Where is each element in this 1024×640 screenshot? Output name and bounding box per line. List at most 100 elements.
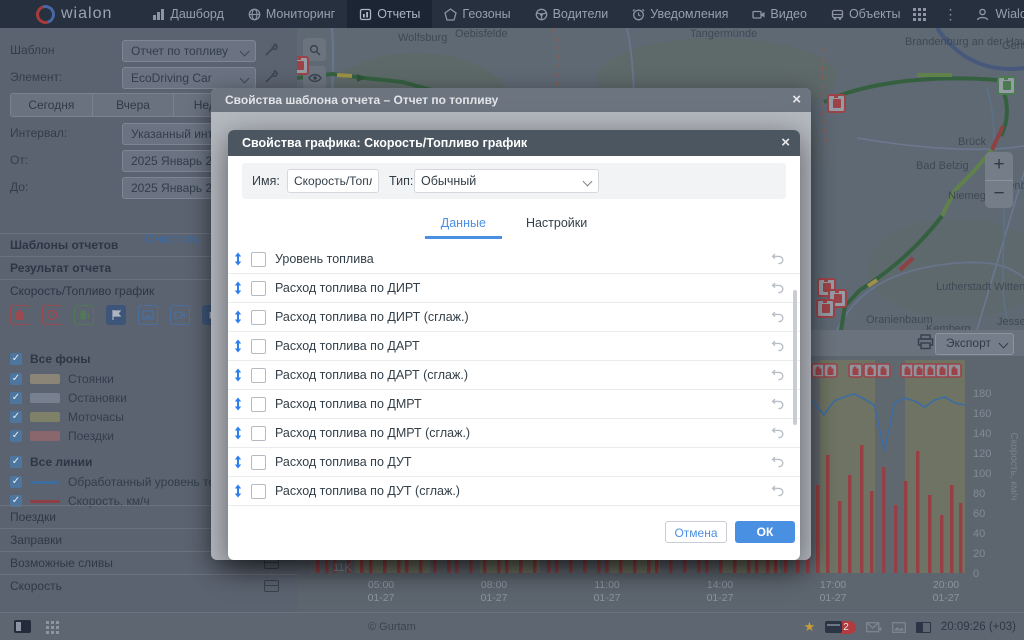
close-icon[interactable]: ×	[781, 133, 790, 153]
nav-item-7[interactable]: Видео	[740, 0, 819, 28]
sensor-checkbox[interactable]	[251, 455, 266, 470]
close-icon[interactable]: ×	[792, 90, 801, 110]
dialog-title: Свойства шаблона отчета – Отчет по топли…	[225, 93, 498, 107]
nav-item-8[interactable]: Объекты	[819, 0, 913, 28]
drag-handle-icon[interactable]	[233, 426, 243, 440]
wialon-logo[interactable]: wialon	[36, 5, 112, 24]
sensor-checkbox[interactable]	[251, 397, 266, 412]
type-select[interactable]: Обычный	[414, 169, 599, 193]
template-select[interactable]: Отчет по топливу	[122, 40, 256, 62]
checkbox-checked[interactable]: ✓	[10, 411, 22, 423]
sensor-checkbox[interactable]	[251, 281, 266, 296]
undo-icon[interactable]	[771, 427, 784, 439]
bottom-grid-icon[interactable]	[46, 621, 59, 634]
undo-icon[interactable]	[771, 311, 784, 323]
sensor-checkbox[interactable]	[251, 310, 266, 325]
drag-handle-icon[interactable]	[233, 252, 243, 266]
fuel-station-marker[interactable]	[997, 76, 1016, 95]
drag-handle-icon[interactable]	[233, 368, 243, 382]
undo-icon[interactable]	[771, 340, 784, 352]
messages-indicator[interactable]: 2	[825, 621, 856, 634]
background-layer-toggle[interactable]: ✓Моточасы	[10, 410, 124, 424]
report-template-dialog-header[interactable]: Свойства шаблона отчета – Отчет по топли…	[211, 88, 811, 112]
cancel-button[interactable]: Отмена	[665, 521, 727, 543]
background-layer-toggle[interactable]: ✓Поездки	[10, 429, 114, 443]
checkbox-checked[interactable]: ✓	[10, 373, 22, 385]
undo-icon[interactable]	[771, 456, 784, 468]
nav-item-3[interactable]: Отчеты	[347, 0, 432, 28]
ok-button[interactable]: ОК	[735, 521, 795, 543]
nav-item-5[interactable]: Водители	[523, 0, 621, 28]
image-icon[interactable]	[892, 622, 906, 633]
checkbox-checked[interactable]: ✓	[10, 456, 22, 468]
drag-handle-icon[interactable]	[233, 281, 243, 295]
card-icon	[825, 621, 842, 633]
element-select[interactable]: EcoDriving Car	[122, 67, 256, 89]
drag-handle-icon[interactable]	[233, 339, 243, 353]
photo-icon[interactable]	[138, 305, 158, 325]
fuel-canister-icon[interactable]	[10, 305, 30, 325]
chevron-down-icon	[999, 339, 1009, 349]
dashboard-icon	[152, 8, 165, 21]
all-lines-toggle[interactable]: ✓Все линии	[10, 455, 92, 469]
list-scrollbar[interactable]	[793, 290, 797, 425]
sensor-checkbox[interactable]	[251, 426, 266, 441]
export-button[interactable]: Экспорт	[935, 333, 1014, 355]
dialog-tab-1[interactable]: Данные	[425, 212, 502, 239]
zoom-in-button[interactable]: +	[985, 152, 1013, 181]
wrench-icon[interactable]	[264, 70, 278, 84]
sidebar-item-4[interactable]: Скорость	[0, 574, 297, 597]
drag-handle-icon[interactable]	[233, 397, 243, 411]
zoom-out-button[interactable]: −	[985, 181, 1013, 209]
undo-icon[interactable]	[771, 369, 784, 381]
quick-range-button[interactable]: Вчера	[93, 93, 175, 117]
checkbox-checked[interactable]: ✓	[10, 476, 22, 488]
sensor-checkbox[interactable]	[251, 339, 266, 354]
wrench-icon[interactable]	[264, 43, 278, 57]
chart-properties-dialog-header[interactable]: Свойства графика: Скорость/Топливо графи…	[228, 130, 800, 156]
star-icon[interactable]: ★	[804, 619, 816, 635]
sensor-label: Расход топлива по ДМРТ (сглаж.)	[275, 426, 470, 440]
drag-handle-icon[interactable]	[233, 310, 243, 324]
fuel-event-marker[interactable]	[297, 56, 309, 75]
undo-icon[interactable]	[771, 485, 784, 497]
all-backgrounds-toggle[interactable]: ✓Все фоны	[10, 352, 91, 366]
apps-grid-icon[interactable]	[913, 8, 926, 21]
nav-item-6[interactable]: Уведомления	[620, 0, 740, 28]
fuel-event-marker[interactable]	[816, 299, 835, 318]
checkbox-checked[interactable]: ✓	[10, 430, 22, 442]
nav-item-4[interactable]: Геозоны	[432, 0, 522, 28]
sensor-checkbox[interactable]	[251, 484, 266, 499]
print-icon[interactable]	[917, 334, 934, 350]
undo-icon[interactable]	[771, 398, 784, 410]
nav-item-2[interactable]: Мониторинг	[236, 0, 347, 28]
element-label: Элемент:	[10, 70, 62, 84]
flag-icon[interactable]	[106, 305, 126, 325]
fuel-event-marker[interactable]	[827, 94, 846, 113]
drag-handle-icon[interactable]	[233, 484, 243, 498]
geofences-icon	[444, 8, 457, 21]
gauge-icon[interactable]	[42, 305, 62, 325]
split-view-icon[interactable]	[916, 622, 931, 633]
background-layer-toggle[interactable]: ✓Стоянки	[10, 372, 114, 386]
checkbox-checked[interactable]: ✓	[10, 392, 22, 404]
sensor-checkbox[interactable]	[251, 252, 266, 267]
name-input[interactable]	[287, 169, 379, 193]
fuel-station-icon[interactable]	[74, 305, 94, 325]
kebab-menu-icon[interactable]: ⋮	[944, 6, 958, 23]
drag-handle-icon[interactable]	[233, 455, 243, 469]
checkbox-checked[interactable]: ✓	[10, 353, 22, 365]
line-layer-toggle[interactable]: ✓Обработанный уровень топли	[10, 475, 235, 489]
table-icon[interactable]	[264, 580, 279, 592]
dialog-tab-2[interactable]: Настройки	[510, 212, 603, 239]
undo-icon[interactable]	[771, 282, 784, 294]
user-menu[interactable]: Wialon	[976, 7, 1024, 21]
mail-icon[interactable]	[866, 622, 882, 633]
quick-range-button[interactable]: Сегодня	[10, 93, 93, 117]
nav-item-1[interactable]: Дашборд	[140, 0, 236, 28]
sensor-checkbox[interactable]	[251, 368, 266, 383]
background-layer-toggle[interactable]: ✓Остановки	[10, 391, 127, 405]
undo-icon[interactable]	[771, 253, 784, 265]
toggle-sidebar-icon[interactable]	[14, 620, 31, 633]
video-camera-icon[interactable]	[170, 305, 190, 325]
